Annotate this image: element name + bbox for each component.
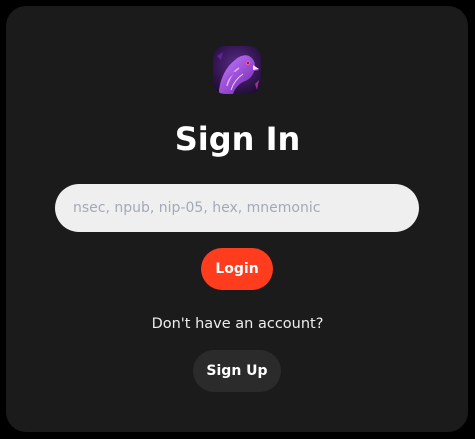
login-key-input[interactable] bbox=[55, 184, 419, 232]
no-account-text: Don't have an account? bbox=[151, 316, 324, 332]
eagle-avatar-icon bbox=[213, 46, 261, 94]
page-title: Sign In bbox=[174, 120, 301, 158]
sign-up-button[interactable]: Sign Up bbox=[193, 350, 281, 392]
login-button[interactable]: Login bbox=[201, 248, 273, 290]
eagle-avatar-graphic bbox=[213, 46, 261, 94]
